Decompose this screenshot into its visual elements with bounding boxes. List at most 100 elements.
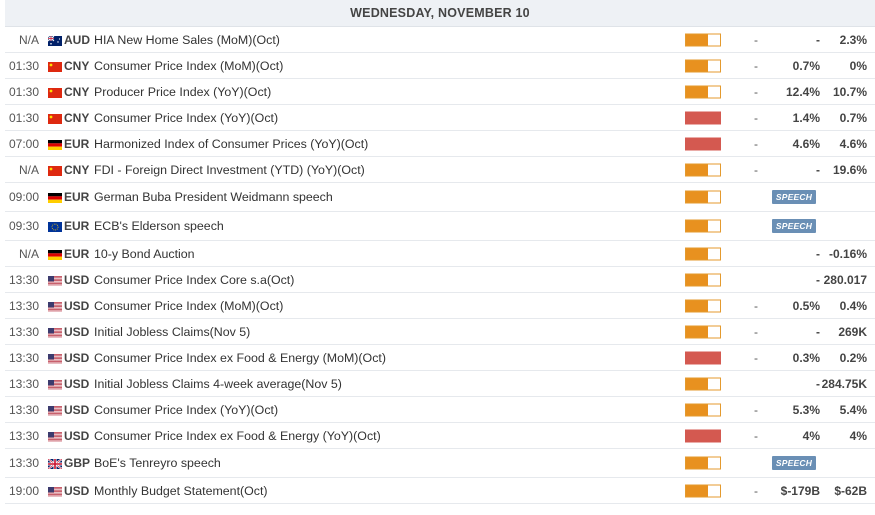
previous-value: 10.7%	[832, 84, 867, 99]
event-row[interactable]: N/A AUD HIA New Home Sales (MoM)(Oct) - - 2.3…	[5, 27, 875, 53]
impact-indicator	[685, 456, 721, 470]
impact-indicator	[685, 190, 721, 204]
impact-indicator	[685, 33, 721, 46]
actual-value: -	[754, 110, 758, 125]
event-name[interactable]: Producer Price Index (YoY)(Oct)	[94, 85, 271, 99]
currency-code: USD	[64, 376, 90, 391]
event-name[interactable]: ECB's Elderson speech	[94, 219, 224, 233]
impact-indicator	[685, 429, 721, 442]
previous-value: 269K	[838, 324, 867, 339]
consensus-value: 0.5%	[792, 298, 820, 313]
event-name[interactable]: Consumer Price Index (MoM)(Oct)	[94, 59, 283, 73]
event-row[interactable]: 13:30 USD Consumer Price Index ex Food & E…	[5, 345, 875, 371]
event-time: N/A	[18, 32, 39, 47]
event-name[interactable]: Harmonized Index of Consumer Prices (YoY…	[94, 137, 368, 151]
event-name[interactable]: Consumer Price Index (YoY)(Oct)	[94, 403, 278, 417]
event-time: 13:30	[8, 402, 39, 417]
event-row[interactable]: 13:30 USD Consumer Price Index ex Food & E…	[5, 423, 875, 449]
event-time: 13:30	[8, 428, 39, 443]
event-row[interactable]: 01:30 CNY Consumer Price Index (MoM)(Oct) -…	[5, 53, 875, 79]
impact-indicator	[685, 299, 721, 312]
event-row[interactable]: 13:30 USD Consumer Price Index (YoY)(Oct) -…	[5, 397, 875, 423]
event-name[interactable]: Consumer Price Index (YoY)(Oct)	[94, 111, 278, 125]
event-name[interactable]: HIA New Home Sales (MoM)(Oct)	[94, 33, 280, 47]
consensus-value: -	[816, 376, 820, 391]
event-row[interactable]: 01:30 CNY Producer Price Index (YoY)(Oct) -…	[5, 79, 875, 105]
event-row[interactable]: 19:00 USD Monthly Budget Statement(Oct) - $-…	[5, 478, 875, 504]
event-row[interactable]: 13:30 USD Initial Jobless Claims 4-week av…	[5, 371, 875, 397]
event-time: 13:30	[8, 456, 39, 470]
us-flag-icon	[48, 379, 62, 390]
event-name[interactable]: 10-y Bond Auction	[94, 247, 195, 261]
event-row[interactable]: 01:30 CNY Consumer Price Index (YoY)(Oct) -…	[5, 105, 875, 131]
event-name[interactable]: Monthly Budget Statement(Oct)	[94, 484, 268, 498]
event-row[interactable]: 13:30 GBP BoE's Tenreyro speech SPEECH	[5, 449, 875, 478]
event-row[interactable]: 13:30 USD Initial Jobless Claims(Nov 5) - - 2…	[5, 319, 875, 345]
impact-indicator	[685, 325, 721, 338]
event-row[interactable]: 09:00 EUR German Buba President Weidmann s…	[5, 183, 875, 212]
actual-value: -	[754, 32, 758, 47]
event-row[interactable]: N/A CNY FDI - Foreign Direct Investment (Y…	[5, 157, 875, 183]
event-name[interactable]: Initial Jobless Claims 4-week average(No…	[94, 377, 342, 391]
previous-value: 0%	[849, 58, 867, 73]
event-time: 01:30	[8, 110, 39, 125]
consensus-value: -	[816, 324, 820, 339]
us-flag-icon	[48, 353, 62, 364]
impact-indicator	[685, 247, 721, 260]
event-row[interactable]: 13:30 USD Consumer Price Index Core s.a(Oc…	[5, 267, 875, 293]
impact-indicator	[685, 59, 721, 72]
cn-flag-icon	[48, 61, 62, 72]
impact-indicator	[685, 484, 721, 497]
currency-code: USD	[64, 350, 90, 365]
cn-flag-icon	[48, 87, 62, 98]
cn-flag-icon	[48, 165, 62, 176]
event-name[interactable]: Consumer Price Index Core s.a(Oct)	[94, 273, 294, 287]
currency-code: EUR	[64, 219, 90, 233]
us-flag-icon	[48, 405, 62, 416]
consensus-value: 4.6%	[792, 136, 820, 151]
consensus-value: -	[816, 246, 820, 261]
consensus-value: 1.4%	[792, 110, 820, 125]
event-time: 01:30	[8, 84, 39, 99]
consensus-value: 12.4%	[785, 84, 820, 99]
event-row[interactable]: N/A EUR 10-y Bond Auction - -0.16%	[5, 241, 875, 267]
currency-code: CNY	[64, 110, 90, 125]
actual-value: -	[754, 84, 758, 99]
previous-value: 4%	[849, 428, 867, 443]
event-name[interactable]: FDI - Foreign Direct Investment (YTD) (Y…	[94, 163, 365, 177]
actual-value: -	[754, 298, 758, 313]
speech-badge: SPEECH	[772, 190, 816, 204]
event-time: 09:30	[8, 219, 39, 233]
us-flag-icon	[48, 486, 62, 497]
event-name[interactable]: Consumer Price Index ex Food & Energy (Y…	[94, 429, 381, 443]
previous-value: 0.4%	[839, 298, 867, 313]
previous-value: 19.6%	[832, 162, 867, 177]
event-row[interactable]: 07:00 EUR Harmonized Index of Consumer Pri…	[5, 131, 875, 157]
event-name[interactable]: Consumer Price Index ex Food & Energy (M…	[94, 351, 386, 365]
consensus-value: -	[816, 162, 820, 177]
event-name[interactable]: BoE's Tenreyro speech	[94, 456, 221, 470]
previous-value: $-62B	[834, 483, 867, 498]
previous-value: 0.2%	[839, 350, 867, 365]
event-name[interactable]: Consumer Price Index (MoM)(Oct)	[94, 299, 283, 313]
currency-code: EUR	[64, 136, 90, 151]
de-flag-icon	[48, 139, 62, 150]
event-time: 13:30	[8, 298, 39, 313]
event-row[interactable]: 09:30 EUR ECB's Elderson speech SPEECH	[5, 212, 875, 241]
calendar-list: N/A AUD HIA New Home Sales (MoM)(Oct) - - 2.3…	[5, 27, 875, 504]
eu-flag-icon	[48, 221, 62, 232]
previous-value: 280.017	[823, 272, 867, 287]
previous-value: 0.7%	[839, 110, 867, 125]
speech-badge: SPEECH	[772, 456, 816, 470]
consensus-value: -	[816, 32, 820, 47]
impact-indicator	[685, 111, 721, 124]
currency-code: USD	[64, 428, 90, 443]
currency-code: USD	[64, 324, 90, 339]
currency-code: USD	[64, 483, 90, 498]
currency-code: CNY	[64, 84, 90, 99]
event-name[interactable]: Initial Jobless Claims(Nov 5)	[94, 325, 250, 339]
event-time: N/A	[18, 246, 39, 261]
event-row[interactable]: 13:30 USD Consumer Price Index (MoM)(Oct) -…	[5, 293, 875, 319]
event-name[interactable]: German Buba President Weidmann speech	[94, 190, 333, 204]
currency-code: EUR	[64, 190, 90, 204]
